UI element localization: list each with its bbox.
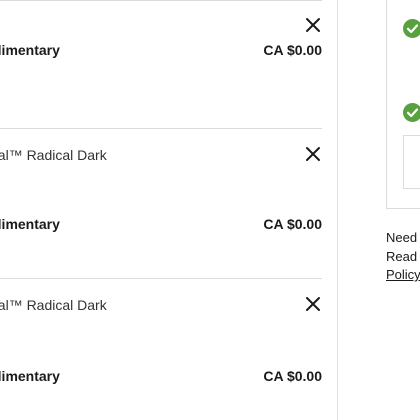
cart-item: Tactical™ Radical Dark Complimentary CA … [0,128,322,279]
cart-items-panel: Complimentary CA $0.00 Tactical™ Radical… [0,0,338,420]
close-icon [306,297,320,311]
option-box[interactable] [403,135,420,189]
policy-link[interactable]: Policy [386,267,420,282]
fee-label: Complimentary [0,42,60,58]
remove-item-button[interactable] [304,295,322,313]
fee-label: Complimentary [0,368,60,384]
remove-item-button[interactable] [304,16,322,34]
item-title[interactable]: Tactical™ Radical Dark [0,147,107,163]
check-circle-icon [403,103,420,122]
cart-item: Tactical™ Radical Dark Complimentary CA … [0,278,322,420]
close-icon [306,147,320,161]
help-text-line: Read [386,249,418,264]
status-panel [386,0,420,209]
check-circle-icon [403,19,420,38]
item-price: CA $0.00 [263,368,322,384]
item-price: CA $0.00 [263,42,322,58]
item-price: CA $0.00 [263,216,322,232]
close-icon [306,18,320,32]
cart-item: Complimentary CA $0.00 [0,0,322,128]
item-title[interactable]: Tactical™ Radical Dark [0,297,107,313]
fee-label: Complimentary [0,216,60,232]
remove-item-button[interactable] [304,145,322,163]
help-text-line: Need [386,230,418,245]
order-summary-panel: Need Read Policy [386,0,420,420]
